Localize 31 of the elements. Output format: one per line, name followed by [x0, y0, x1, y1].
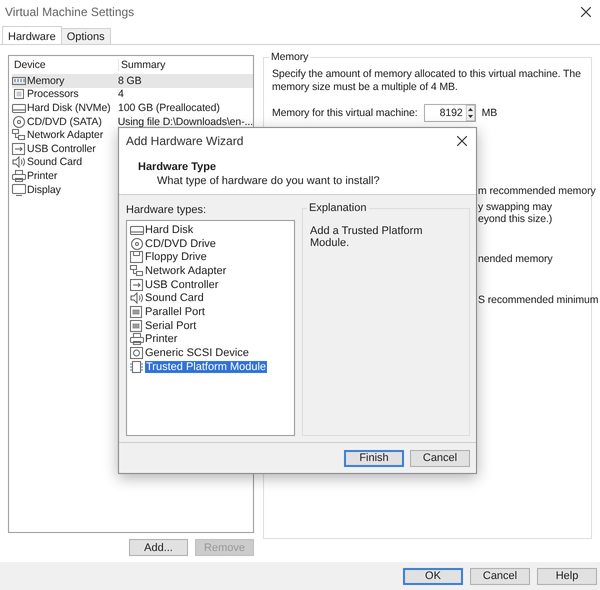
- unit-label: MB: [482, 107, 498, 119]
- option-text: eyond this size.): [478, 213, 552, 225]
- column-header: Device: [13, 58, 46, 70]
- dialog-title: Add Hardware Wizard: [126, 134, 244, 148]
- list-label: Hardware types:: [126, 204, 208, 216]
- window-title: Virtual Machine Settings: [5, 5, 134, 19]
- device-name: Processors: [27, 88, 79, 100]
- column-header: Summary: [118, 58, 253, 70]
- memory-label: Memory for this virtual machine:: [272, 107, 418, 119]
- wizard-subheading: What type of hardware do you want to install?: [157, 175, 380, 187]
- device-name: CD/DVD (SATA): [27, 116, 102, 128]
- device-name: Printer: [27, 170, 58, 182]
- device-summary: 4: [118, 88, 124, 100]
- memory-description: Specify the amount of memory allocated to this virtual machine. The memory size must be a multiple of 4 MB.: [272, 68, 582, 94]
- group-title: Explanation: [307, 202, 368, 214]
- option-text: S recommended minimum: [478, 294, 598, 306]
- device-name: Hard Disk (NVMe): [27, 102, 111, 114]
- device-name: Display: [27, 184, 61, 196]
- device-summary: 8 GB: [118, 74, 142, 87]
- option-text: nended memory: [478, 253, 553, 265]
- device-name: Memory: [27, 74, 64, 87]
- device-name: Sound Card: [27, 156, 82, 168]
- device-summary: 100 GB (Preallocated): [118, 102, 220, 114]
- device-name: Network Adapter: [27, 129, 104, 142]
- wizard-heading: Hardware Type: [138, 161, 216, 173]
- group-title: Memory: [269, 51, 310, 63]
- device-name: USB Controller: [27, 142, 96, 155]
- explanation-text: Add a Trusted Platform Module.: [310, 225, 424, 249]
- device-summary: Using file D:\Downloads\en-...: [118, 116, 253, 128]
- option-text: y swapping may: [478, 201, 552, 213]
- option-text: m recommended memory: [478, 185, 596, 197]
